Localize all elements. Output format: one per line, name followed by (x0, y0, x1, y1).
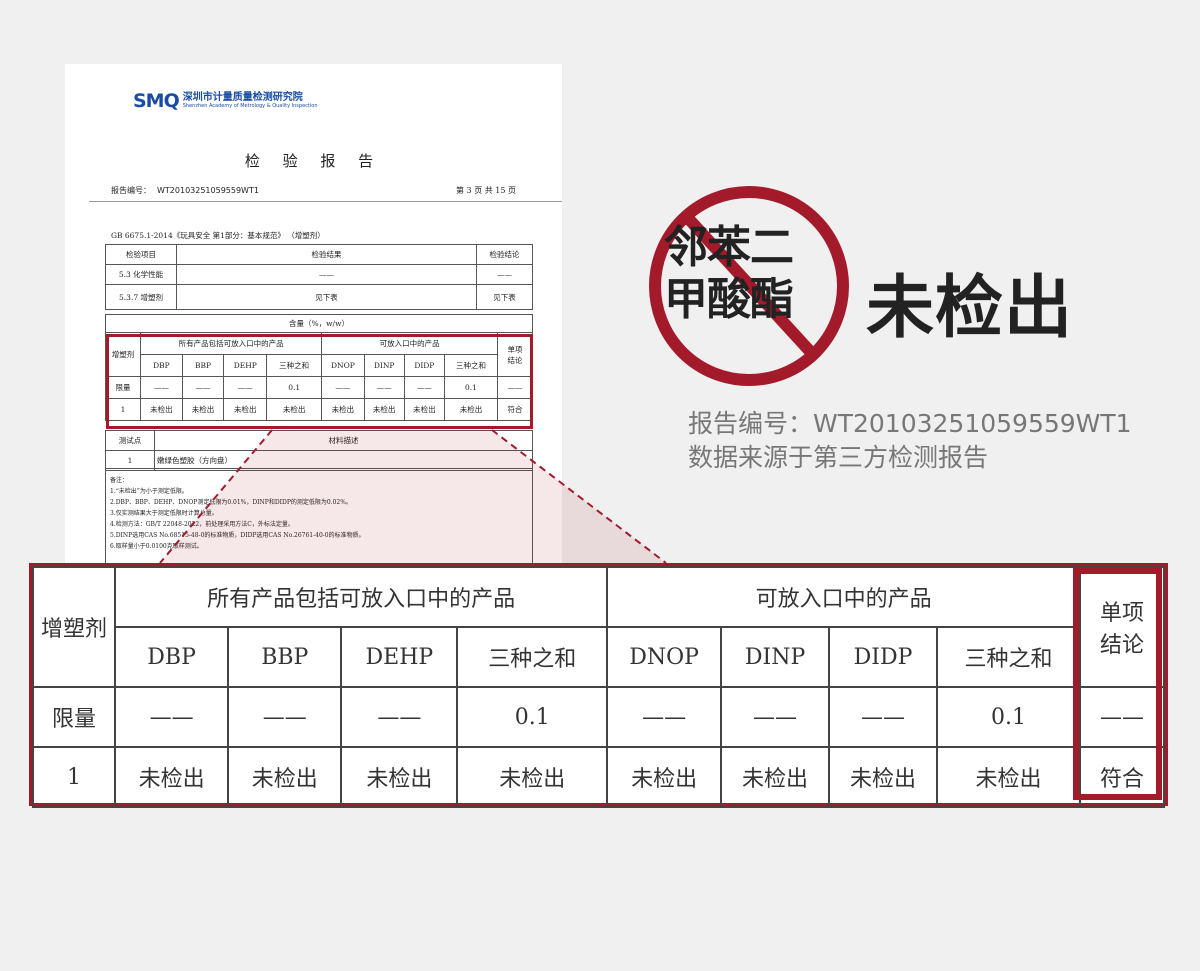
table-row: 增塑剂 所有产品包括可放入口中的产品 可放入口中的产品 单项 结论 (32, 566, 1165, 688)
column-header-cell: 三种之和 (936, 626, 1081, 688)
limit-cell: —— (720, 686, 831, 748)
column-header-cell: BBP (227, 626, 343, 688)
column-header-cell: DBP (113, 626, 230, 688)
data-source-caption: 数据来源于第三方检测报告 (688, 443, 989, 472)
table-row: 1 未检出 未检出 未检出 未检出 未检出 未检出 未检出 未检出 符合 (32, 746, 1165, 808)
limit-cell: 0.1 (456, 686, 609, 748)
limit-cell: —— (113, 686, 230, 748)
column-header-cell: 三种之和 (456, 626, 609, 688)
not-detected-headline: 未检出 (866, 269, 1074, 348)
column-header-cell: DINP (720, 626, 831, 688)
limit-cell: —— (227, 686, 343, 748)
row-header-cell: 增塑剂 (32, 566, 116, 688)
result-cell: 未检出 (720, 746, 831, 808)
group-header-cell: 所有产品包括可放入口中的产品 (113, 566, 609, 628)
report-number-caption: 报告编号：WT20103251059559WT1 (688, 409, 1132, 438)
conclusion-highlight-frame (1073, 568, 1162, 800)
group-header-cell: 可放入口中的产品 (606, 566, 1081, 628)
limit-label-cell: 限量 (32, 686, 116, 748)
zoom-connector (159, 429, 667, 564)
result-cell: 未检出 (936, 746, 1081, 808)
column-header-cell: DIDP (828, 626, 939, 688)
table-row: 限量 —— —— —— 0.1 —— —— —— 0.1 —— (32, 686, 1165, 748)
result-cell: 未检出 (606, 746, 723, 808)
zoomed-table-frame: 增塑剂 所有产品包括可放入口中的产品 可放入口中的产品 单项 结论 DBP BBP… (29, 563, 1168, 808)
table-row: DBP BBP DEHP 三种之和 DNOP DINP DIDP 三种之和 (33, 626, 1164, 688)
limit-cell: 0.1 (936, 686, 1081, 748)
limit-cell: —— (340, 686, 459, 748)
result-cell: 未检出 (456, 746, 609, 808)
limit-cell: —— (606, 686, 723, 748)
column-header-cell: DNOP (606, 626, 723, 688)
result-cell: 未检出 (227, 746, 343, 808)
result-cell: 未检出 (340, 746, 459, 808)
result-cell: 未检出 (828, 746, 939, 808)
sample-label-cell: 1 (32, 746, 116, 808)
plasticizer-results-table: 增塑剂 所有产品包括可放入口中的产品 可放入口中的产品 单项 结论 DBP BBP… (32, 566, 1165, 808)
limit-cell: —— (828, 686, 939, 748)
result-cell: 未检出 (113, 746, 230, 808)
table-highlight-frame (106, 334, 533, 429)
phthalate-label: 邻苯二 甲酸酯 (664, 222, 794, 325)
column-header-cell: DEHP (340, 626, 459, 688)
